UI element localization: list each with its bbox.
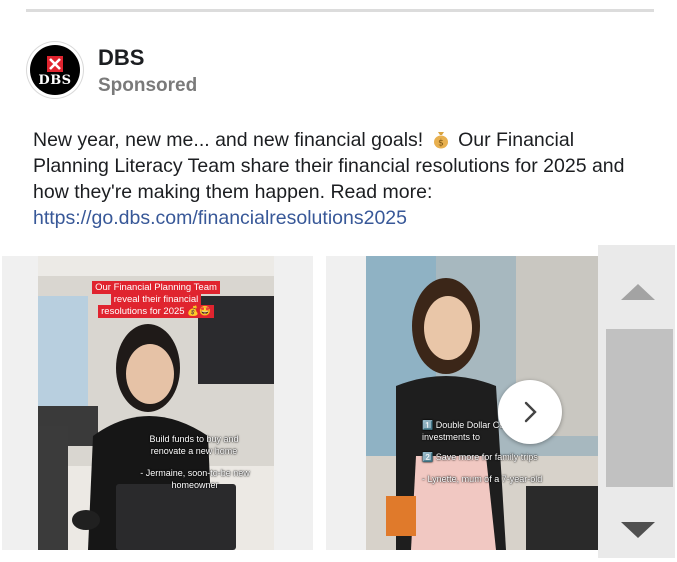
chevron-right-icon xyxy=(524,401,537,423)
scroll-down-button[interactable] xyxy=(619,520,657,545)
dbs-star-icon xyxy=(47,56,63,72)
page-name[interactable]: DBS xyxy=(98,45,144,71)
dbs-logo: DBS xyxy=(30,45,80,95)
scrollbar[interactable] xyxy=(598,245,675,558)
card-1-photo: Our Financial Planning Team reveal their… xyxy=(38,256,274,550)
office-scene-2 xyxy=(366,256,598,550)
card-2-photo: 1️⃣ Double Dollar Cost (DCA) investments… xyxy=(366,256,598,550)
logo-text: DBS xyxy=(38,73,72,88)
post-text-part1: New year, new me... and new financial go… xyxy=(33,129,424,151)
triangle-down-icon xyxy=(621,522,655,538)
svg-text:$: $ xyxy=(438,139,444,149)
scroll-up-button[interactable] xyxy=(619,282,657,307)
card-2-caption-line2: 2️⃣ Save more for family trips xyxy=(422,452,538,462)
post-link[interactable]: https://go.dbs.com/financialresolutions2… xyxy=(33,205,653,231)
page-avatar[interactable]: DBS xyxy=(27,42,83,98)
carousel-next-button[interactable] xyxy=(498,380,562,444)
post-text: New year, new me... and new financial go… xyxy=(33,127,653,231)
card-1-title-caption: Our Financial Planning Team reveal their… xyxy=(88,281,224,318)
scroll-thumb[interactable] xyxy=(606,329,673,487)
card-1-caption-line1: Build funds to buy and renovate a new ho… xyxy=(149,434,239,456)
card-2-caption-line3: - Lynette, mum of a 7-year-old xyxy=(422,474,543,484)
carousel-card-1[interactable]: Our Financial Planning Team reveal their… xyxy=(2,256,313,550)
sponsored-label[interactable]: Sponsored xyxy=(98,75,197,97)
top-divider xyxy=(26,9,654,12)
card-1-caption-line2: - Jermaine, soon-to-be new homeowner xyxy=(140,468,250,490)
triangle-up-icon xyxy=(621,284,655,300)
money-bag-icon: $ xyxy=(433,132,448,149)
